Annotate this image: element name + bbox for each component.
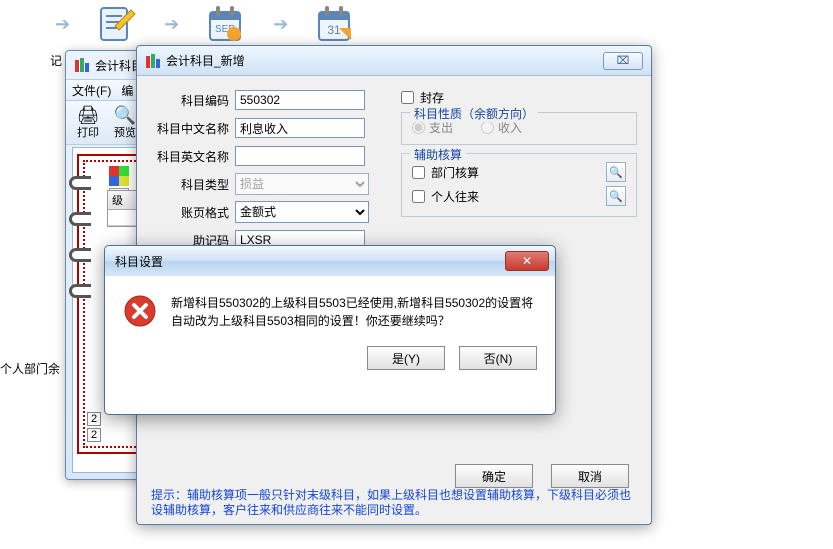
document-edit-icon[interactable] <box>95 2 139 46</box>
arrow-icon: ➔ <box>55 14 70 35</box>
assist-legend: 辅助核算 <box>410 146 466 163</box>
message-text: 新增科目550302的上级科目5503已经使用,新增科目550302的设置将自动… <box>171 294 539 330</box>
calendar-end-icon[interactable]: 31 <box>313 2 357 46</box>
preview-icon: 🔍 <box>114 106 136 124</box>
badge-2[interactable]: 2 <box>87 412 101 426</box>
printer-icon: 🖨 <box>77 106 100 124</box>
sealed-checkbox[interactable] <box>401 91 414 104</box>
dept-label: 部门核算 <box>431 164 600 181</box>
confirm-dialog: 科目设置 ✕ 新增科目550302的上级科目5503已经使用,新增科目55030… <box>104 245 556 415</box>
cn-name-input[interactable] <box>235 118 365 138</box>
label-cn-name: 科目中文名称 <box>151 120 229 137</box>
truncated-label: 个人部门余 <box>0 360 60 377</box>
svg-text:31: 31 <box>328 23 342 37</box>
arrow-icon: ➔ <box>273 14 288 35</box>
person-label: 个人往来 <box>431 188 600 205</box>
app-icon <box>74 57 90 73</box>
level-badges: 2 2 <box>87 410 101 442</box>
person-checkbox[interactable] <box>412 190 425 203</box>
label-format: 账页格式 <box>151 204 229 221</box>
dialog-title: 会计科目_新增 <box>166 52 603 69</box>
menu-edit[interactable]: 编 <box>121 82 133 99</box>
type-select[interactable]: 损益 <box>235 173 369 195</box>
dept-lookup-button[interactable]: 🔍 <box>606 162 626 182</box>
error-icon <box>123 294 157 328</box>
ribbon-toolbar: ➔ ➔ SEP ➔ 31 <box>0 0 833 48</box>
no-button[interactable]: 否(N) <box>459 346 537 370</box>
close-button[interactable]: ✕ <box>505 251 549 271</box>
sealed-label: 封存 <box>420 89 444 106</box>
dept-checkbox[interactable] <box>412 166 425 179</box>
expense-radio <box>412 121 425 134</box>
arrow-icon: ➔ <box>164 14 179 35</box>
assist-fieldset: 辅助核算 部门核算🔍 个人往来🔍 <box>401 153 637 217</box>
ok-button[interactable]: 确定 <box>455 464 533 488</box>
titlebar: 科目设置 ✕ <box>105 246 555 276</box>
ribbon-label: 记 <box>50 52 62 69</box>
calendar-icon[interactable]: SEP <box>204 2 248 46</box>
nature-fieldset: 科目性质（余额方向） 支出 收入 <box>401 112 637 145</box>
code-input[interactable] <box>235 90 365 110</box>
menu-file[interactable]: 文件(F) <box>72 82 111 99</box>
print-button[interactable]: 🖨打印 <box>70 103 106 143</box>
en-name-input[interactable] <box>235 146 365 166</box>
hint-text: 提示：辅助核算项一般只针对末级科目，如果上级科目也想设置辅助核算，下级科目必须也… <box>151 488 637 518</box>
cancel-button[interactable]: 取消 <box>551 464 629 488</box>
badge-2[interactable]: 2 <box>87 428 101 442</box>
label-en-name: 科目英文名称 <box>151 148 229 165</box>
close-button[interactable]: ⌧ <box>603 52 643 70</box>
app-icon <box>145 53 161 69</box>
nature-legend: 科目性质（余额方向） <box>410 105 538 122</box>
person-lookup-button[interactable]: 🔍 <box>606 186 626 206</box>
label-type: 科目类型 <box>151 176 229 193</box>
titlebar: 会计科目_新增 ⌧ <box>137 46 651 76</box>
yes-button[interactable]: 是(Y) <box>367 346 445 370</box>
label-code: 科目编码 <box>151 92 229 109</box>
palette-icon[interactable] <box>109 166 129 186</box>
income-radio <box>481 121 494 134</box>
format-select[interactable]: 金额式 <box>235 201 369 223</box>
dialog-title: 科目设置 <box>115 253 505 270</box>
